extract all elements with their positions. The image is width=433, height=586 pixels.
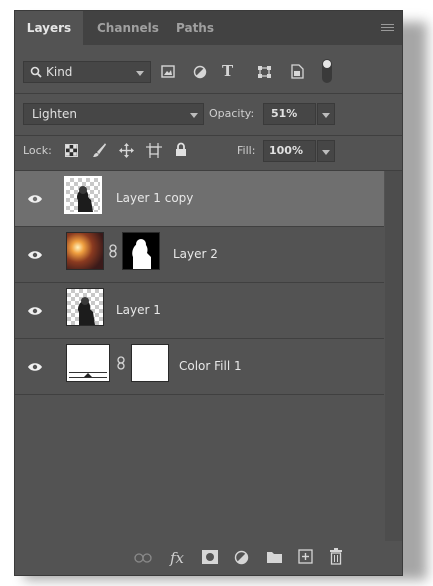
tab-paths[interactable]: Paths (176, 11, 214, 45)
lock-label: Lock: (23, 144, 52, 157)
fill-layer-thumbnail (66, 344, 110, 382)
panel-menu-icon[interactable] (381, 24, 394, 33)
adjustment-filter-icon[interactable] (193, 65, 207, 79)
chevron-down-icon (322, 150, 330, 155)
layer-style-icon[interactable]: fx (168, 549, 186, 567)
layer-thumbnail (66, 288, 104, 326)
visibility-eye-icon[interactable] (27, 192, 43, 206)
blend-mode-select[interactable]: Lighten (23, 103, 204, 125)
chevron-down-icon (190, 113, 198, 118)
layer-mask-thumbnail[interactable] (122, 232, 160, 270)
chevron-down-icon (136, 71, 144, 76)
opacity-label: Opacity: (209, 107, 255, 120)
lock-transparent-pixels-icon[interactable] (65, 144, 78, 157)
filter-kind-label: Kind (46, 65, 73, 79)
lock-image-pixels-icon[interactable] (92, 143, 107, 158)
layers-panel: Layers Channels Paths Kind T Lighten Opa… (14, 10, 403, 576)
layer-thumbnail (64, 176, 102, 214)
blend-mode-value: Lighten (32, 107, 77, 121)
tab-bar: Layers Channels Paths (15, 11, 402, 45)
opacity-dropdown-button[interactable] (317, 103, 335, 125)
filter-toggle-icon[interactable] (322, 59, 332, 83)
fill-value: 100% (269, 144, 303, 157)
fill-label: Fill: (237, 144, 256, 157)
fill-dropdown-button[interactable] (317, 140, 335, 162)
layer-name[interactable]: Layer 2 (173, 247, 218, 261)
search-icon (30, 66, 42, 78)
layers-scrollbar[interactable] (385, 171, 402, 541)
new-group-icon[interactable] (266, 550, 283, 564)
layer-name[interactable]: Color Fill 1 (179, 359, 242, 373)
opacity-input[interactable]: 51% (263, 103, 316, 125)
new-adjustment-icon[interactable] (234, 550, 249, 565)
opacity-value: 51% (271, 107, 298, 120)
layer-name[interactable]: Layer 1 copy (116, 191, 193, 205)
chevron-down-icon (322, 113, 330, 118)
image-filter-icon[interactable] (161, 65, 175, 78)
layer-thumbnail (66, 232, 104, 270)
delete-layer-icon[interactable] (329, 548, 343, 565)
shape-filter-icon[interactable] (257, 65, 272, 79)
layer-mask-thumbnail[interactable] (131, 344, 169, 382)
layer-row-color-fill-1[interactable]: Color Fill 1 (15, 339, 384, 395)
layer-row-layer-1-copy[interactable]: Layer 1 copy (15, 171, 384, 227)
layer-row-layer-1[interactable]: Layer 1 (15, 283, 384, 339)
type-filter-icon[interactable]: T (222, 62, 233, 80)
layer-row-layer-2[interactable]: Layer 2 (15, 227, 384, 283)
add-mask-icon[interactable] (201, 549, 219, 565)
mask-link-icon[interactable] (108, 244, 118, 258)
layer-name[interactable]: Layer 1 (116, 303, 161, 317)
visibility-eye-icon[interactable] (27, 360, 43, 374)
new-layer-icon[interactable] (298, 549, 313, 564)
filter-kind-select[interactable]: Kind (23, 61, 151, 83)
layers-footer-toolbar: fx (15, 541, 402, 575)
tab-channels[interactable]: Channels (97, 11, 159, 45)
tab-layers[interactable]: Layers (15, 11, 83, 45)
mask-link-icon[interactable] (116, 356, 126, 370)
fill-input[interactable]: 100% (263, 140, 316, 162)
lock-artboard-icon[interactable] (146, 143, 162, 158)
visibility-eye-icon[interactable] (27, 248, 43, 262)
smart-object-filter-icon[interactable] (291, 64, 304, 79)
lock-all-icon[interactable] (175, 142, 187, 157)
lock-position-icon[interactable] (119, 143, 134, 158)
link-layers-icon[interactable] (134, 553, 152, 563)
visibility-eye-icon[interactable] (27, 304, 43, 318)
